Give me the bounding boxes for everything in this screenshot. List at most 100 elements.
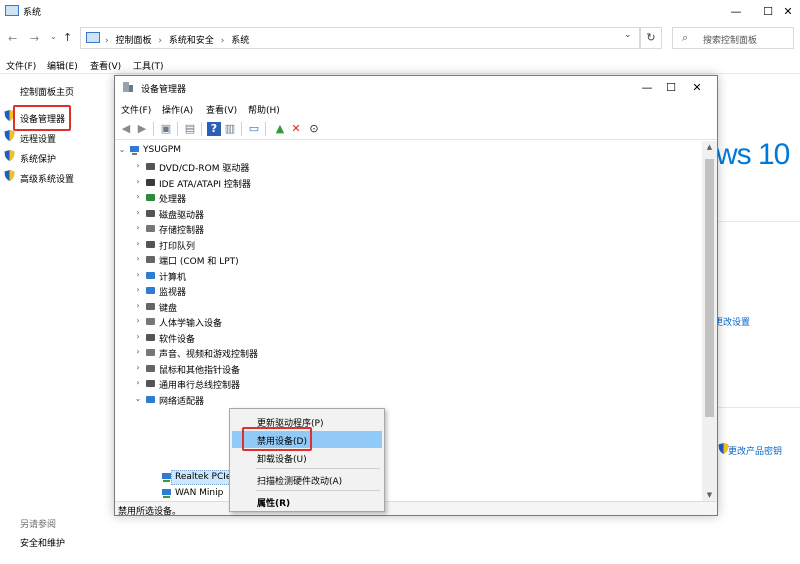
menu-action[interactable]: 操作(A) (162, 103, 193, 116)
menu-edit[interactable]: 编辑(E) (47, 59, 78, 72)
back-icon[interactable]: ◀ (119, 122, 133, 136)
computer-name: YSUGPM (143, 145, 181, 155)
chevron-right-icon[interactable]: › (133, 223, 143, 232)
tree-category[interactable]: › 鼠标和其他指针设备 (133, 361, 353, 376)
mouse-icon (146, 364, 155, 372)
ide-controller-icon (146, 178, 155, 186)
tree-category[interactable]: › 人体学输入设备 (133, 314, 353, 329)
tree-category[interactable]: › 端口 (COM 和 LPT) (133, 252, 353, 267)
breadcrumb-system-security[interactable]: 系统和安全 (169, 36, 214, 46)
chevron-right-icon[interactable]: › (133, 254, 143, 263)
tree-category[interactable]: › 声音、视频和游戏控制器 (133, 345, 353, 360)
help-icon[interactable]: ? (207, 122, 221, 136)
chevron-right-icon[interactable]: › (133, 208, 143, 217)
control-panel-home-link[interactable]: 控制面板主页 (20, 85, 74, 98)
sidebar-item-system-protection[interactable]: 系统保护 (20, 152, 56, 165)
tree-category[interactable]: › 磁盘驱动器 (133, 206, 353, 221)
tree-category[interactable]: › 通用串行总线控制器 (133, 376, 353, 391)
menu-view[interactable]: 查看(V) (206, 103, 237, 116)
back-arrow-icon[interactable]: ← (8, 32, 17, 45)
breadcrumb-system[interactable]: 系统 (231, 36, 249, 46)
menu-help[interactable]: 帮助(H) (248, 103, 280, 116)
divider (716, 221, 800, 222)
tree-category[interactable]: › 键盘 (133, 299, 353, 314)
chevron-right-icon[interactable]: › (133, 270, 143, 279)
chevron-right-icon[interactable]: › (133, 239, 143, 248)
breadcrumb-control-panel[interactable]: 控制面板 (115, 36, 151, 46)
menu-file[interactable]: 文件(F) (6, 59, 36, 72)
sidebar-item-advanced-settings[interactable]: 高级系统设置 (20, 172, 74, 185)
tree-category[interactable]: › 监视器 (133, 283, 353, 298)
device-manager-icon (123, 82, 133, 92)
annotation-highlight-box (13, 105, 71, 131)
shield-icon (4, 150, 15, 161)
tree-category[interactable]: › DVD/CD-ROM 驱动器 (133, 159, 353, 174)
uninstall-icon[interactable]: ✕ (289, 122, 303, 136)
tree-category[interactable]: › 打印队列 (133, 237, 353, 252)
chevron-right-icon[interactable]: › (133, 177, 143, 186)
context-item-scan-hardware[interactable]: 扫描检测硬件改动(A) (232, 471, 382, 488)
up-arrow-icon[interactable]: ↑ (63, 31, 72, 44)
close-button[interactable]: ✕ (681, 76, 713, 99)
disable-device-icon[interactable]: ⊙ (307, 122, 321, 136)
computer-icon (130, 146, 139, 155)
close-button[interactable]: ✕ (772, 0, 800, 24)
tree-category-label: 声音、视频和游戏控制器 (159, 350, 259, 360)
chevron-down-icon[interactable]: ⌄ (133, 394, 143, 403)
chevron-right-icon: › (158, 36, 162, 46)
forward-icon[interactable]: ▶ (135, 122, 149, 136)
tree-category[interactable]: › 处理器 (133, 190, 353, 205)
search-input[interactable]: ⌕ 搜索控制面板 (672, 27, 794, 49)
tree-category-label: 监视器 (159, 288, 187, 298)
properties-icon[interactable]: ▤ (183, 122, 197, 136)
system-menubar: 文件(F) 编辑(E) 查看(V) 工具(T) (0, 56, 800, 74)
chevron-right-icon[interactable]: › (133, 301, 143, 310)
tree-category[interactable]: › 计算机 (133, 268, 353, 283)
update-driver-icon[interactable]: ▲ (273, 122, 287, 136)
processor-icon (146, 194, 155, 201)
menu-tools[interactable]: 工具(T) (133, 59, 164, 72)
chevron-right-icon[interactable]: › (133, 332, 143, 341)
chevron-right-icon[interactable]: › (133, 316, 143, 325)
chevron-right-icon[interactable]: › (133, 378, 143, 387)
tree-root[interactable]: ⌄ YSUGPM (117, 143, 317, 158)
tree-category[interactable]: › IDE ATA/ATAPI 控制器 (133, 175, 353, 190)
scrollbar-thumb[interactable] (705, 159, 714, 417)
menu-view[interactable]: 查看(V) (90, 59, 121, 72)
chevron-right-icon[interactable]: › (133, 161, 143, 170)
change-settings-link[interactable]: 更改设置 (714, 315, 750, 328)
scroll-down-icon[interactable]: ▼ (702, 491, 717, 499)
chevron-right-icon[interactable]: › (133, 285, 143, 294)
address-dropdown-icon[interactable]: ⌄ (624, 30, 632, 40)
tree-category-label: DVD/CD-ROM 驱动器 (159, 164, 250, 174)
chevron-right-icon[interactable]: › (133, 192, 143, 201)
recent-dropdown-icon[interactable]: ⌄ (50, 32, 57, 41)
control-panel-icon (86, 32, 100, 43)
menu-file[interactable]: 文件(F) (121, 103, 151, 116)
scroll-up-icon[interactable]: ▲ (702, 143, 717, 151)
minimize-button[interactable]: — (720, 0, 752, 24)
context-item-uninstall-device[interactable]: 卸载设备(U) (232, 449, 382, 466)
tree-category-label: 软件设备 (159, 334, 196, 345)
action-pane-icon[interactable]: ▥ (223, 122, 237, 136)
sidebar-item-remote-settings[interactable]: 远程设置 (20, 132, 56, 145)
toolbar-separator (265, 122, 266, 136)
change-product-key-link[interactable]: 更改产品密钥 (728, 444, 782, 457)
context-item-properties[interactable]: 属性(R) (232, 493, 382, 510)
address-bar[interactable]: › 控制面板 › 系统和安全 › 系统 (80, 27, 640, 49)
tree-category[interactable]: › 存储控制器 (133, 221, 353, 236)
tree-category[interactable]: › 软件设备 (133, 330, 353, 345)
network-adapter-label: WAN Minip (175, 487, 224, 498)
chevron-down-icon[interactable]: ⌄ (117, 145, 127, 154)
show-hide-console-tree-icon[interactable]: ▣ (159, 122, 173, 136)
security-maintenance-link[interactable]: 安全和维护 (20, 536, 65, 549)
vertical-scrollbar[interactable]: ▲ ▼ (702, 141, 717, 501)
forward-arrow-icon[interactable]: → (30, 32, 39, 45)
tree-category[interactable]: ⌄ 网络适配器 (133, 392, 353, 407)
chevron-right-icon[interactable]: › (133, 363, 143, 372)
toolbar-separator (177, 122, 178, 136)
scan-hardware-icon[interactable]: ▭ (247, 122, 261, 136)
chevron-right-icon[interactable]: › (133, 347, 143, 356)
computer-icon (5, 5, 19, 16)
refresh-button[interactable]: ↻ (640, 27, 662, 49)
